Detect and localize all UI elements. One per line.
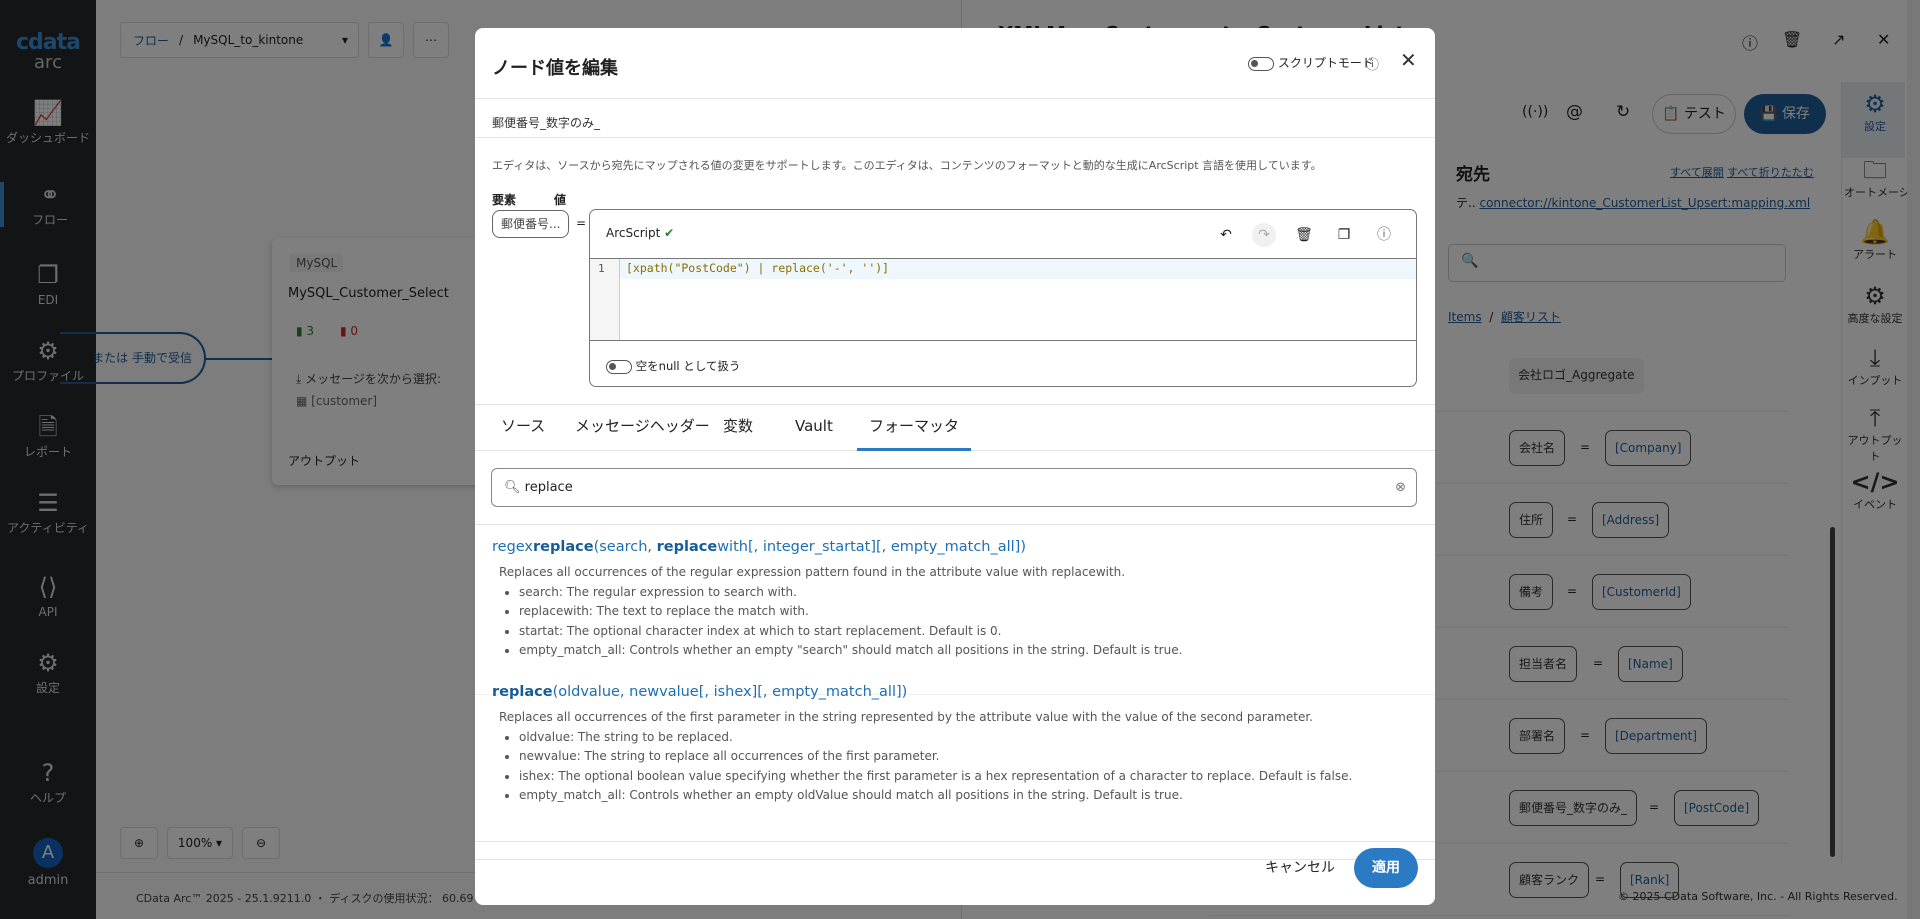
param-item: replacewith: The text to replace the mat… [519, 602, 1182, 622]
apply-button[interactable]: 適用 [1354, 848, 1418, 888]
function-description: Replaces all occurrences of the regular … [499, 563, 1182, 661]
node-name: 郵便番号_数字のみ_ [492, 116, 601, 130]
sig-part: replace [492, 684, 553, 700]
description-text: Replaces all occurrences of the regular … [499, 565, 1126, 579]
redo-icon[interactable]: ↷ [1252, 223, 1276, 247]
divider [475, 841, 1435, 842]
description-text: Replaces all occurrences of the first pa… [499, 710, 1313, 724]
sig-part: (oldvalue, newvalue[, ishex][, empty_mat… [552, 684, 908, 700]
clear-search-icon[interactable]: ⊗ [1395, 469, 1406, 506]
line-gutter [590, 259, 620, 340]
null-toggle-label: 空をnull として扱う [635, 359, 741, 373]
null-toggle[interactable]: 空をnull として扱う [606, 358, 740, 374]
copy-icon[interactable]: ❐ [1332, 223, 1356, 247]
undo-icon[interactable]: ↶ [1214, 223, 1238, 247]
param-item: startat: The optional character index at… [519, 622, 1182, 642]
source-tabs: ソース メッセージヘッダー 変数 Vault フォーマッタ [475, 404, 1435, 451]
param-item: search: The regular expression to search… [519, 583, 1182, 603]
divider [475, 524, 1435, 525]
line-number: 1 [598, 262, 605, 275]
toggle-switch[interactable] [1248, 56, 1274, 71]
value-label: 値 [554, 193, 567, 207]
trash-icon[interactable]: 🗑 [1292, 223, 1316, 247]
tab-variables[interactable]: 変数 [723, 404, 753, 451]
script-mode-label: スクリプトモード [1277, 56, 1374, 70]
tab-vault[interactable]: Vault [795, 404, 833, 451]
close-icon[interactable]: ✕ [1400, 48, 1417, 72]
equals-sign: = [576, 216, 587, 230]
tab-source[interactable]: ソース [501, 404, 545, 451]
divider [590, 340, 1416, 341]
function-signature-replace[interactable]: replace(oldvalue, newvalue[, ishex][, em… [492, 684, 907, 700]
sig-part: replace [533, 539, 594, 555]
editor-description: エディタは、ソースから宛先にマップされる値の変更をサポートします。このエディタは… [492, 159, 1322, 172]
cancel-button[interactable]: キャンセル [1265, 856, 1335, 880]
function-description: Replaces all occurrences of the first pa… [499, 708, 1352, 806]
param-item: empty_match_all: Controls whether an emp… [519, 641, 1182, 661]
language-name: ArcScript [606, 226, 661, 240]
param-item: empty_match_all: Controls whether an emp… [519, 786, 1352, 806]
language-label: ArcScript ✔ [606, 226, 674, 240]
sig-part: regex [492, 539, 534, 555]
help-icon[interactable]: ⓘ [1366, 54, 1379, 73]
sig-part: replace [656, 539, 718, 555]
function-signature-regexreplace[interactable]: regexreplace(search, replacewith[, integ… [492, 539, 1026, 555]
sig-part: (search, [593, 539, 657, 555]
help-icon[interactable]: ⓘ [1372, 223, 1396, 247]
dialog-title: ノード値を編集 [492, 58, 618, 79]
sig-part: with[, integer_startat][, empty_match_al… [717, 539, 1026, 555]
tab-formatter[interactable]: フォーマッタ [857, 404, 972, 451]
code-editor[interactable]: [xpath("PostCode") | replace('-', '')] [626, 261, 1406, 337]
formatter-search-input[interactable]: 🔍︎ replace ⊗ [491, 468, 1417, 507]
tab-message-header[interactable]: メッセージヘッダー [575, 404, 710, 451]
param-item: oldvalue: The string to be replaced. [519, 728, 1352, 748]
script-mode-toggle[interactable]: スクリプトモード [1248, 54, 1374, 71]
value-editor: ArcScript ✔ ↶ ↷ 🗑 ❐ ⓘ 1 [xpath("PostCode… [589, 209, 1417, 387]
param-item: ishex: The optional boolean value specif… [519, 767, 1352, 787]
search-value: replace [524, 480, 573, 495]
divider [475, 98, 1435, 99]
search-icon: 🔍︎ [504, 480, 521, 495]
check-circle-icon: ✔ [664, 226, 675, 240]
edit-node-value-dialog: ノード値を編集 スクリプトモード ⓘ ✕ 郵便番号_数字のみ_ エディタは、ソー… [475, 28, 1435, 905]
toggle-switch[interactable] [606, 359, 632, 374]
element-chip[interactable]: 郵便番号... [492, 210, 570, 238]
divider [475, 137, 1435, 138]
param-item: newvalue: The string to replace all occu… [519, 747, 1352, 767]
element-label: 要素 [492, 193, 517, 207]
